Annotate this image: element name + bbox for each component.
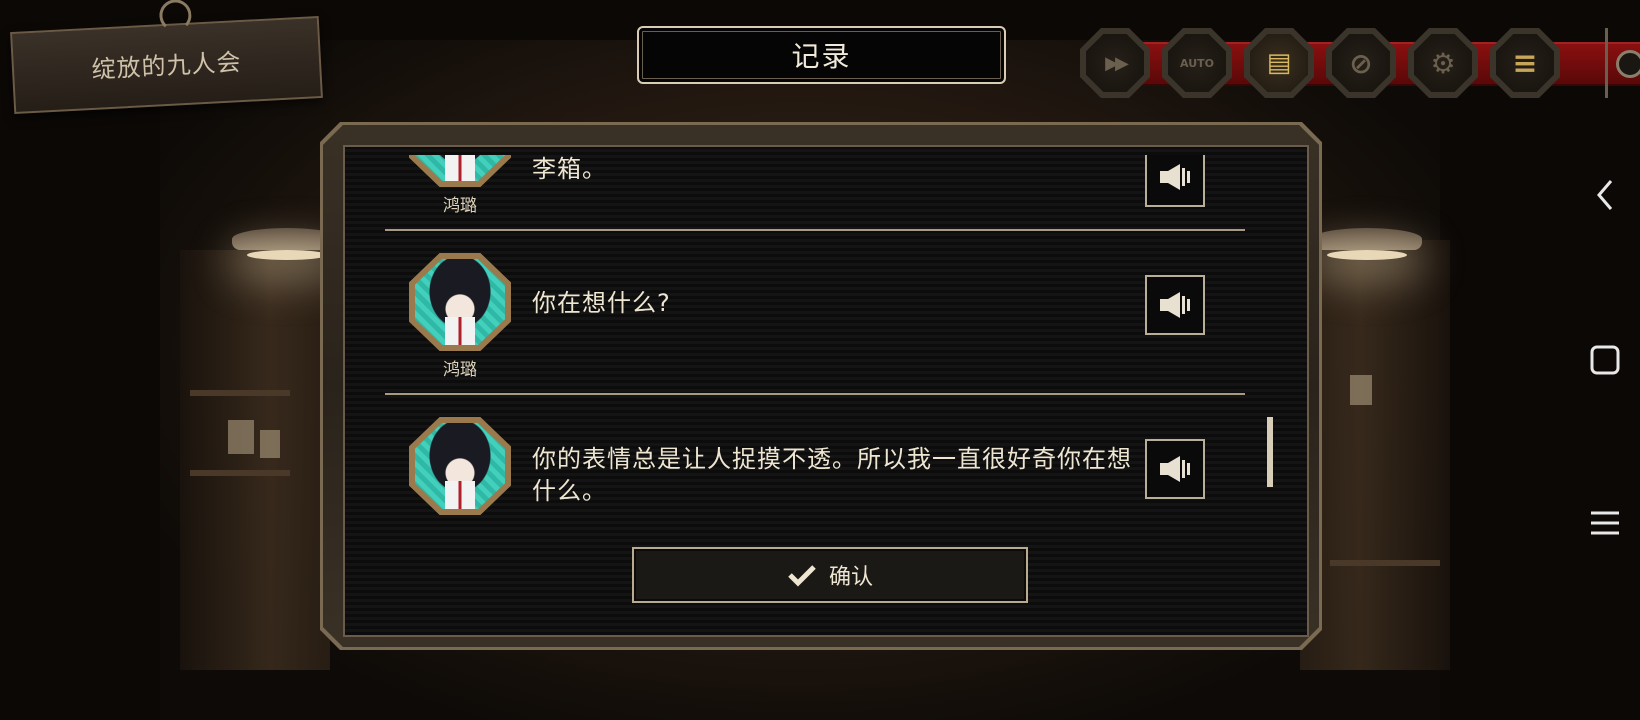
ceiling-lamp-right [1312, 228, 1422, 260]
dialogue-text: 你的表情总是让人捉摸不透。所以我一直很好奇你在想什么。 [532, 445, 1132, 505]
speaker-name: 鸿璐 [443, 360, 477, 380]
speaker-icon [1160, 456, 1190, 482]
dialogue-text: 你在想什么? [532, 289, 671, 317]
home-square-icon [1590, 345, 1620, 375]
recents-menu-icon [1591, 511, 1619, 535]
top-toolbar: ▶▶ AUTO ▤ ⊘ ⚙ ≡ [1080, 28, 1640, 98]
menu-icon: ≡ [1512, 45, 1538, 81]
speaker-name: 鸿璐 [443, 196, 477, 216]
log-entry: 你的表情总是让人捉摸不透。所以我一直很好奇你在想什么。 [365, 395, 1245, 555]
auto-icon: AUTO [1180, 56, 1214, 70]
speaker-icon [1160, 292, 1190, 318]
menu-button[interactable]: ≡ [1490, 28, 1560, 98]
voice-replay-button[interactable] [1145, 155, 1205, 207]
log-entry: 鸿璐 李箱。 [365, 155, 1245, 231]
settings-button[interactable]: ⚙ [1408, 28, 1478, 98]
log-entry: 鸿璐 你在想什么? [365, 231, 1245, 395]
dialogue-text: 李箱。 [532, 155, 607, 183]
hide-ui-button[interactable]: ⊘ [1326, 28, 1396, 98]
auto-button[interactable]: AUTO [1162, 28, 1232, 98]
speaker-portrait [409, 417, 511, 515]
log-icon: ▤ [1266, 48, 1292, 78]
nav-back-button[interactable] [1570, 160, 1640, 230]
android-nav-bar [1570, 0, 1640, 720]
log-panel: 鸿璐 李箱。 鸿璐 你在想什么? 你的表情总是让人捉摸不透。所以我一直很好奇你在… [320, 122, 1322, 650]
fast-forward-button[interactable]: ▶▶ [1080, 28, 1150, 98]
hide-ui-icon: ⊘ [1349, 46, 1373, 80]
log-button[interactable]: ▤ [1244, 28, 1314, 98]
confirm-button[interactable]: 确认 [632, 547, 1028, 603]
log-panel-inner: 鸿璐 李箱。 鸿璐 你在想什么? 你的表情总是让人捉摸不透。所以我一直很好奇你在… [343, 145, 1309, 637]
back-chevron-icon [1597, 180, 1613, 210]
speaker-icon [1160, 164, 1190, 190]
speaker-portrait [409, 253, 511, 351]
fast-forward-icon: ▶▶ [1105, 52, 1129, 74]
log-header-title: 记录 [637, 26, 1006, 84]
log-panel-frame: 鸿璐 李箱。 鸿璐 你在想什么? 你的表情总是让人捉摸不透。所以我一直很好奇你在… [323, 125, 1319, 647]
chapter-title: 绽放的九人会 [90, 48, 243, 84]
log-scrollbar[interactable] [1267, 417, 1273, 487]
voice-replay-button[interactable] [1145, 439, 1205, 499]
nav-recents-button[interactable] [1570, 488, 1640, 558]
checkmark-icon [788, 565, 816, 587]
gear-icon: ⚙ [1430, 46, 1456, 80]
chapter-title-plate: 绽放的九人会 [10, 0, 323, 115]
nav-home-button[interactable] [1570, 325, 1640, 395]
speaker-portrait [409, 155, 511, 187]
log-list[interactable]: 鸿璐 李箱。 鸿璐 你在想什么? 你的表情总是让人捉摸不透。所以我一直很好奇你在… [365, 155, 1245, 555]
hanging-hook-icon [158, 0, 193, 33]
confirm-label: 确认 [828, 565, 873, 590]
voice-replay-button[interactable] [1145, 275, 1205, 335]
